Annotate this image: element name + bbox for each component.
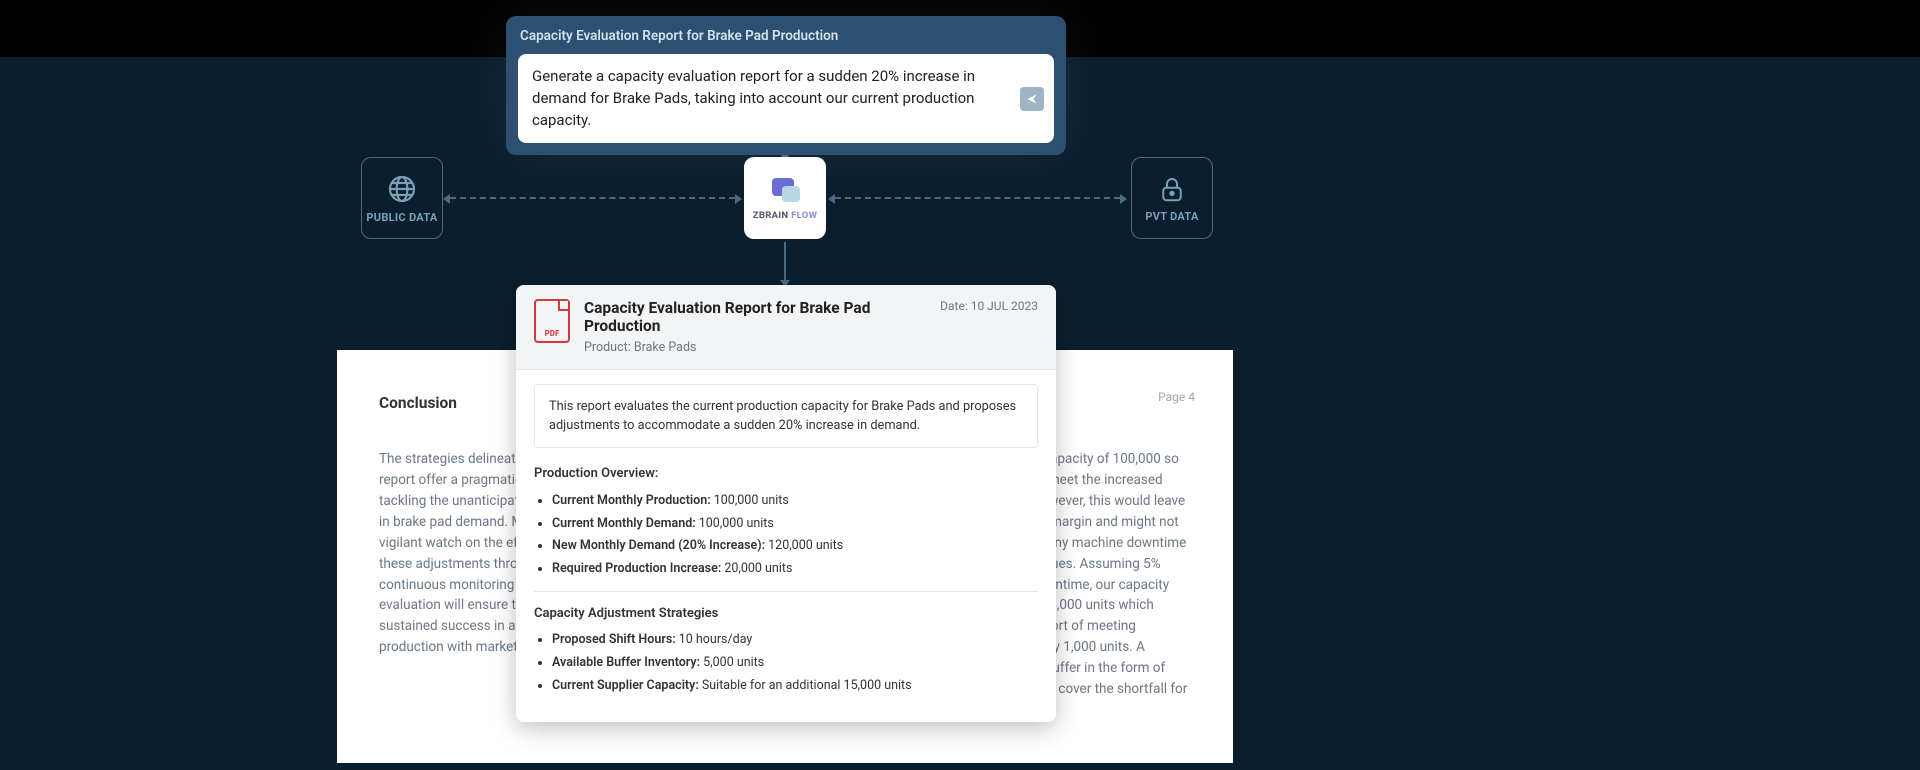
page-number: Page 4 xyxy=(1158,388,1195,407)
send-button[interactable] xyxy=(1020,87,1044,111)
download-icon xyxy=(543,306,561,324)
section-divider xyxy=(534,591,1038,592)
send-icon xyxy=(1026,92,1038,106)
list-item: New Monthly Demand (20% Increase): 120,0… xyxy=(552,537,1038,556)
pdf-label: PDF xyxy=(536,329,568,338)
public-data-node: PUBLIC DATA xyxy=(361,157,443,239)
report-body: This report evaluates the current produc… xyxy=(516,370,1056,722)
pvt-data-label: PVT DATA xyxy=(1145,210,1198,223)
list-item: Proposed Shift Hours: 10 hours/day xyxy=(552,631,1038,650)
list-item: Current Supplier Capacity: Suitable for … xyxy=(552,677,1038,696)
public-data-label: PUBLIC DATA xyxy=(366,211,437,224)
production-overview-title: Production Overview: xyxy=(534,464,1038,484)
prompt-input[interactable]: Generate a capacity evaluation report fo… xyxy=(518,54,1054,143)
lock-icon xyxy=(1157,174,1187,204)
zbrain-icon xyxy=(770,176,800,204)
report-summary-text: This report evaluates the current produc… xyxy=(549,397,1023,435)
capacity-strategies-list: Proposed Shift Hours: 10 hours/day Avail… xyxy=(534,631,1038,695)
report-header: PDF Capacity Evaluation Report for Brake… xyxy=(516,285,1056,370)
pdf-icon: PDF xyxy=(534,299,570,343)
prompt-card: Capacity Evaluation Report for Brake Pad… xyxy=(506,16,1066,155)
list-item: Available Buffer Inventory: 5,000 units xyxy=(552,654,1038,673)
globe-icon xyxy=(386,173,418,205)
list-item: Current Monthly Production: 100,000 unit… xyxy=(552,492,1038,511)
report-card: PDF Capacity Evaluation Report for Brake… xyxy=(516,285,1056,722)
list-item: Required Production Increase: 20,000 uni… xyxy=(552,560,1038,579)
connector-pvt-to-zbrain xyxy=(835,197,1120,199)
report-summary-box: This report evaluates the current produc… xyxy=(534,384,1038,448)
zbrain-label: ZBRAIN FLOW xyxy=(753,210,817,221)
report-date: Date: 10 JUL 2023 xyxy=(940,299,1038,313)
capacity-strategies-title: Capacity Adjustment Strategies xyxy=(534,604,1038,624)
report-title: Capacity Evaluation Report for Brake Pad… xyxy=(584,299,926,335)
prompt-text: Generate a capacity evaluation report fo… xyxy=(532,67,975,129)
report-product: Product: Brake Pads xyxy=(584,340,926,355)
connector-public-to-zbrain xyxy=(450,197,735,199)
list-item: Current Monthly Demand: 100,000 units xyxy=(552,515,1038,534)
connector-zbrain-to-report xyxy=(784,242,786,280)
production-overview-list: Current Monthly Production: 100,000 unit… xyxy=(534,492,1038,579)
prompt-title: Capacity Evaluation Report for Brake Pad… xyxy=(506,16,1066,54)
zbrain-flow-node: ZBRAIN FLOW xyxy=(744,157,826,239)
pvt-data-node: PVT DATA xyxy=(1131,157,1213,239)
